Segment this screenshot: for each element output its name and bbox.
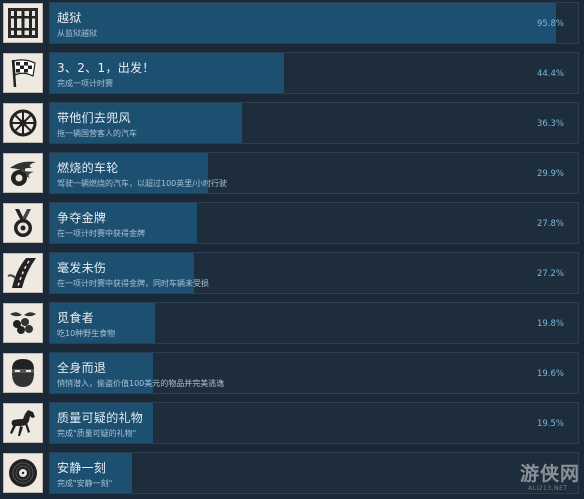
achievement-title: 燃烧的车轮 (57, 161, 119, 175)
achievement-description: 完成一项计时赛 (57, 79, 113, 88)
achievement-description: 在一项计时赛中获得金牌 (57, 229, 145, 238)
progress-track: 争夺金牌 在一项计时赛中获得金牌 27.8% (49, 202, 579, 244)
berries-icon (3, 303, 43, 343)
achievement-title: 3、2、1，出发！ (57, 61, 155, 75)
achievement-description: 悄悄潜入，偷盗价值100美元的物品并完美逃逸 (57, 379, 225, 388)
unlock-percent: 29.9% (536, 169, 564, 179)
achievement-row[interactable]: 觅食者 吃10种野生食物 19.8% (0, 300, 584, 347)
progress-track: 毫发未伤 在一项计时赛中获得金牌，同时车辆未受损 27.2% (49, 252, 579, 294)
progress-track: 燃烧的车轮 驾驶一辆燃烧的汽车，以超过100英里/小时行驶 29.9% (49, 152, 579, 194)
progress-track: 全身而退 悄悄潜入，偷盗价值100美元的物品并完美逃逸 19.6% (49, 352, 579, 394)
achievement-description: 吃10种野生食物 (57, 329, 116, 338)
unlock-percent: 19.5% (536, 419, 564, 429)
achievement-row[interactable]: 带他们去兜风 拖一辆国营客人的汽车 36.3% (0, 100, 584, 147)
achievement-title: 毫发未伤 (57, 261, 107, 275)
progress-track: 安静一刻 完成"安静一刻" (49, 452, 579, 494)
achievement-row[interactable]: 燃烧的车轮 驾驶一辆燃烧的汽车，以超过100英里/小时行驶 29.9% (0, 150, 584, 197)
achievement-description: 完成"质量可疑的礼物" (57, 429, 137, 438)
steering-wheel-icon (3, 103, 43, 143)
achievement-row[interactable]: 毫发未伤 在一项计时赛中获得金牌，同时车辆未受损 27.2% (0, 250, 584, 297)
vinyl-record-icon (3, 453, 43, 493)
achievement-title: 越狱 (57, 11, 82, 25)
achievement-title: 带他们去兜风 (57, 111, 131, 125)
unlock-percent: 95.8% (536, 19, 564, 29)
progress-fill (50, 3, 556, 43)
unlock-percent: 19.6% (536, 369, 564, 379)
achievement-row[interactable]: 质量可疑的礼物 完成"质量可疑的礼物" 19.5% (0, 400, 584, 447)
progress-track: 觅食者 吃10种野生食物 19.8% (49, 302, 579, 344)
unlock-percent: 27.2% (536, 269, 564, 279)
road-icon (3, 253, 43, 293)
achievement-description: 从监狱越狱 (57, 29, 97, 38)
progress-track: 3、2、1，出发！ 完成一项计时赛 44.4% (49, 52, 579, 94)
achievement-title: 质量可疑的礼物 (57, 411, 144, 425)
unlock-percent: 44.4% (536, 69, 564, 79)
unlock-percent: 19.8% (536, 319, 564, 329)
achievement-row[interactable]: 越狱 从监狱越狱 95.8% (0, 0, 584, 47)
unlock-percent: 36.3% (536, 119, 564, 129)
masked-face-icon (3, 353, 43, 393)
achievement-row[interactable]: 全身而退 悄悄潜入，偷盗价值100美元的物品并完美逃逸 19.6% (0, 350, 584, 397)
achievement-description: 在一项计时赛中获得金牌，同时车辆未受损 (57, 279, 209, 288)
achievement-title: 争夺金牌 (57, 211, 107, 225)
achievement-title: 安静一刻 (57, 461, 107, 475)
unlock-percent: 27.8% (536, 219, 564, 229)
achievement-description: 完成"安静一刻" (57, 479, 113, 488)
achievement-list: 越狱 从监狱越狱 95.8% 3、2、1，出发！ 完成一项计时赛 44.4% 带… (0, 0, 584, 499)
progress-track: 带他们去兜风 拖一辆国营客人的汽车 36.3% (49, 102, 579, 144)
achievement-row[interactable]: 安静一刻 完成"安静一刻" (0, 450, 584, 497)
achievement-row[interactable]: 3、2、1，出发！ 完成一项计时赛 44.4% (0, 50, 584, 97)
horse-icon (3, 403, 43, 443)
flaming-wheel-icon (3, 153, 43, 193)
achievement-title: 觅食者 (57, 311, 94, 325)
achievement-row[interactable]: 争夺金牌 在一项计时赛中获得金牌 27.8% (0, 200, 584, 247)
achievement-description: 驾驶一辆燃烧的汽车，以超过100英里/小时行驶 (57, 179, 227, 188)
medal-icon (3, 203, 43, 243)
progress-track: 越狱 从监狱越狱 95.8% (49, 2, 579, 44)
progress-track: 质量可疑的礼物 完成"质量可疑的礼物" 19.5% (49, 402, 579, 444)
achievement-description: 拖一辆国营客人的汽车 (57, 129, 137, 138)
prison-bars-icon (3, 3, 43, 43)
checkered-flag-icon (3, 53, 43, 93)
achievement-title: 全身而退 (57, 361, 107, 375)
